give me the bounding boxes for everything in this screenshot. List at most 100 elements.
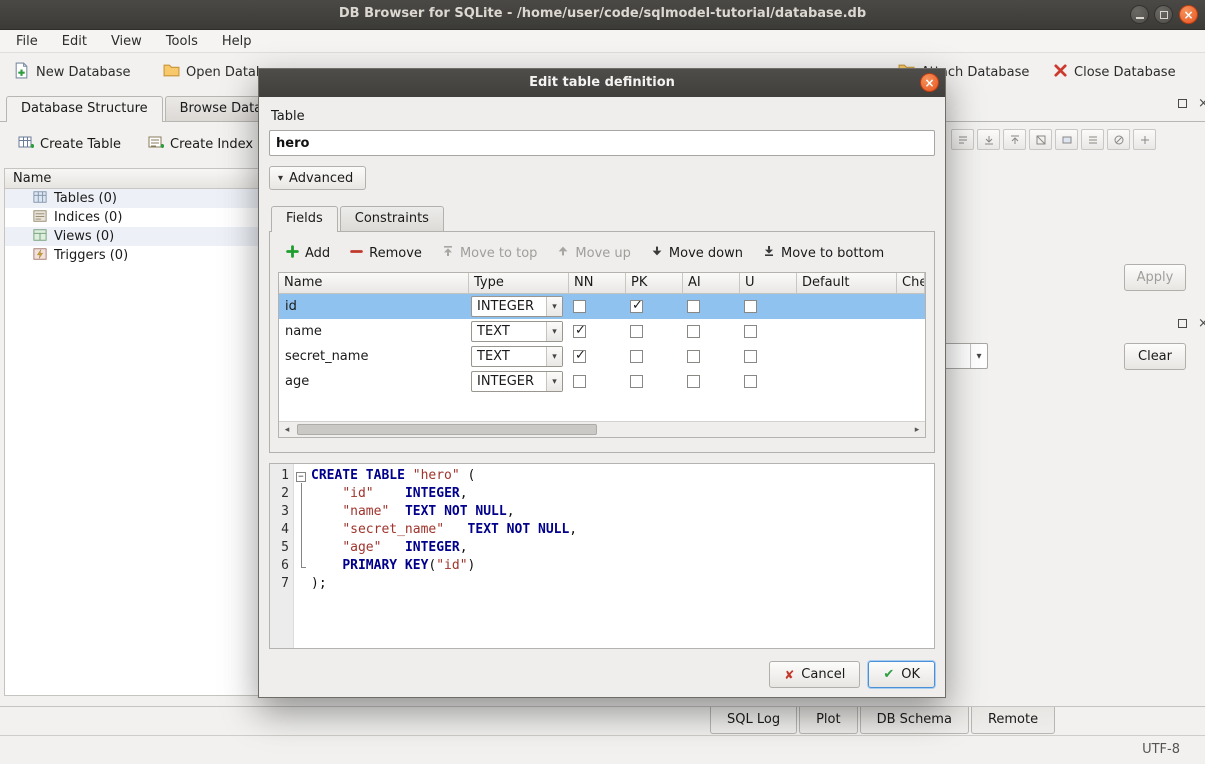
- cell-editor-toolbar-icon[interactable]: [1029, 129, 1052, 150]
- field-type-combobox[interactable]: TEXT ▾: [471, 321, 563, 342]
- field-row[interactable]: secret_name TEXT ▾: [279, 344, 925, 369]
- column-header-name[interactable]: Name: [279, 273, 469, 293]
- scroll-left-icon[interactable]: ◂: [279, 422, 295, 437]
- check-cell[interactable]: [897, 369, 925, 394]
- tab-db-schema[interactable]: DB Schema: [860, 707, 969, 734]
- chevron-down-icon[interactable]: ▾: [546, 372, 562, 391]
- fold-collapse-icon[interactable]: −: [296, 472, 306, 482]
- cell-editor-toolbar-icon[interactable]: [1107, 129, 1130, 150]
- ai-checkbox[interactable]: [687, 325, 700, 338]
- add-field-button[interactable]: Add: [278, 242, 338, 265]
- chevron-down-icon[interactable]: ▾: [546, 322, 562, 341]
- field-row[interactable]: age INTEGER ▾: [279, 369, 925, 394]
- tab-plot[interactable]: Plot: [799, 707, 858, 734]
- create-index-button[interactable]: Create Index: [140, 132, 261, 157]
- tab-remote[interactable]: Remote: [971, 707, 1055, 734]
- u-checkbox[interactable]: [744, 300, 757, 313]
- default-cell[interactable]: [797, 319, 897, 344]
- check-cell[interactable]: [897, 319, 925, 344]
- apply-button[interactable]: Apply: [1124, 264, 1186, 291]
- tab-fields[interactable]: Fields: [271, 206, 338, 232]
- cell-editor-toolbar-icon[interactable]: [1055, 129, 1078, 150]
- cell-editor-toolbar-icon[interactable]: [951, 129, 974, 150]
- dock-float-icon[interactable]: [1176, 317, 1189, 330]
- minimize-button[interactable]: [1130, 5, 1149, 24]
- nn-checkbox[interactable]: [573, 300, 586, 313]
- column-header-ai[interactable]: AI: [683, 273, 740, 293]
- table-name-input[interactable]: [269, 130, 935, 156]
- default-cell[interactable]: [797, 344, 897, 369]
- dock-close-icon[interactable]: ×: [1197, 317, 1205, 330]
- menu-edit[interactable]: Edit: [50, 31, 99, 52]
- cell-editor-toolbar-icon[interactable]: [1133, 129, 1156, 150]
- field-type-combobox[interactable]: TEXT ▾: [471, 346, 563, 367]
- column-header-nn[interactable]: NN: [569, 273, 626, 293]
- sql-preview[interactable]: 1234567 − CREATE TABLE "hero" ( "id" INT…: [269, 463, 935, 649]
- field-name-cell[interactable]: name: [279, 319, 469, 344]
- column-header-type[interactable]: Type: [469, 273, 569, 293]
- column-header-check[interactable]: Check: [897, 273, 925, 293]
- default-cell[interactable]: [797, 294, 897, 319]
- dock-float-icon[interactable]: [1176, 97, 1189, 110]
- scroll-right-icon[interactable]: ▸: [909, 422, 925, 437]
- cancel-button[interactable]: ✘ Cancel: [769, 661, 860, 688]
- move-to-bottom-button[interactable]: Move to bottom: [755, 242, 892, 264]
- u-checkbox[interactable]: [744, 325, 757, 338]
- check-cell[interactable]: [897, 294, 925, 319]
- nn-checkbox[interactable]: [573, 325, 586, 338]
- ai-checkbox[interactable]: [687, 375, 700, 388]
- menu-tools[interactable]: Tools: [154, 31, 210, 52]
- move-to-top-button[interactable]: Move to top: [434, 242, 545, 264]
- field-row[interactable]: id INTEGER ▾: [279, 294, 925, 319]
- nn-checkbox[interactable]: [573, 375, 586, 388]
- tab-database-structure[interactable]: Database Structure: [6, 96, 163, 122]
- field-row[interactable]: name TEXT ▾: [279, 319, 925, 344]
- remove-field-button[interactable]: Remove: [342, 242, 430, 265]
- field-name-cell[interactable]: age: [279, 369, 469, 394]
- clear-button[interactable]: Clear: [1124, 343, 1186, 370]
- field-type-combobox[interactable]: INTEGER ▾: [471, 371, 563, 392]
- dialog-close-button[interactable]: ×: [920, 73, 939, 92]
- pk-checkbox[interactable]: [630, 300, 643, 313]
- maximize-button[interactable]: [1154, 5, 1173, 24]
- ok-button[interactable]: ✔ OK: [868, 661, 935, 688]
- move-up-button[interactable]: Move up: [549, 242, 639, 264]
- menu-view[interactable]: View: [99, 31, 154, 52]
- default-cell[interactable]: [797, 369, 897, 394]
- menu-file[interactable]: File: [4, 31, 50, 52]
- ai-checkbox[interactable]: [687, 350, 700, 363]
- ai-checkbox[interactable]: [687, 300, 700, 313]
- field-name-cell[interactable]: secret_name: [279, 344, 469, 369]
- column-header-default[interactable]: Default: [797, 273, 897, 293]
- close-database-button[interactable]: Close Database: [1048, 59, 1181, 86]
- tab-constraints[interactable]: Constraints: [340, 206, 444, 231]
- cell-editor-toolbar-icon[interactable]: [977, 129, 1000, 150]
- field-type-combobox[interactable]: INTEGER ▾: [471, 296, 563, 317]
- pk-checkbox[interactable]: [630, 325, 643, 338]
- move-down-button[interactable]: Move down: [643, 242, 751, 264]
- window-close-button[interactable]: ×: [1179, 5, 1198, 24]
- cell-editor-toolbar-icon[interactable]: [1081, 129, 1104, 150]
- dock-close-icon[interactable]: ×: [1197, 97, 1205, 110]
- u-checkbox[interactable]: [744, 350, 757, 363]
- new-database-button[interactable]: New Database: [8, 59, 136, 86]
- column-header-u[interactable]: U: [740, 273, 797, 293]
- chevron-down-icon[interactable]: ▾: [546, 347, 562, 366]
- column-header-pk[interactable]: PK: [626, 273, 683, 293]
- pk-checkbox[interactable]: [630, 350, 643, 363]
- horizontal-scrollbar[interactable]: ◂ ▸: [279, 421, 925, 437]
- nn-checkbox[interactable]: [573, 350, 586, 363]
- advanced-toggle-button[interactable]: ▾ Advanced: [269, 166, 366, 190]
- window-titlebar[interactable]: DB Browser for SQLite - /home/user/code/…: [0, 0, 1205, 30]
- create-table-button[interactable]: Create Table: [10, 132, 129, 157]
- cell-editor-toolbar-icon[interactable]: [1003, 129, 1026, 150]
- scrollbar-thumb[interactable]: [297, 424, 597, 435]
- dialog-titlebar[interactable]: Edit table definition ×: [259, 69, 945, 97]
- u-checkbox[interactable]: [744, 375, 757, 388]
- field-name-cell[interactable]: id: [279, 294, 469, 319]
- check-cell[interactable]: [897, 344, 925, 369]
- pk-checkbox[interactable]: [630, 375, 643, 388]
- menu-help[interactable]: Help: [210, 31, 264, 52]
- tab-sql-log[interactable]: SQL Log: [710, 707, 797, 734]
- chevron-down-icon[interactable]: ▾: [546, 297, 562, 316]
